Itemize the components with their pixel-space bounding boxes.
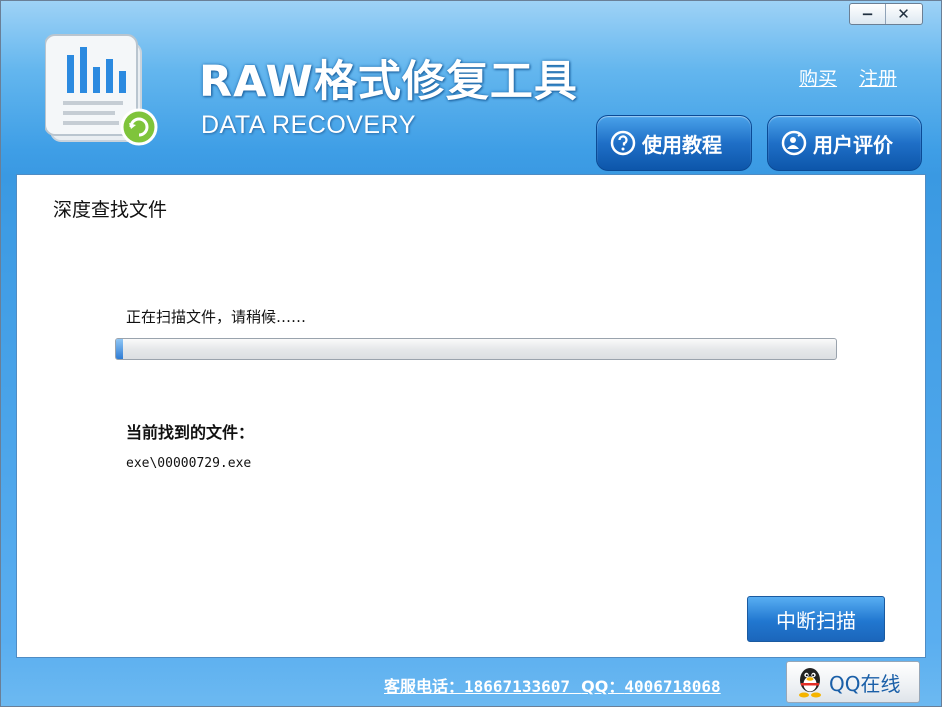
- app-title: RAW格式修复工具: [199, 57, 578, 107]
- panel-title: 深度查找文件: [53, 199, 168, 221]
- buy-link[interactable]: 购买: [799, 64, 837, 91]
- qq-penguin-icon: [795, 666, 825, 698]
- service-phone: 18667133607: [464, 677, 570, 696]
- user-review-icon: [781, 130, 807, 156]
- found-file-path: exe\00000729.exe: [126, 456, 252, 471]
- scan-progress-bar: [115, 338, 837, 360]
- reviews-button-label: 用户评价: [813, 132, 893, 157]
- tutorial-button-label: 使用教程: [642, 132, 722, 157]
- scan-status-text: 正在扫描文件，请稍候……: [126, 308, 307, 326]
- qq-number: 4006718068: [624, 677, 721, 696]
- qq-online-label: QQ在线: [829, 671, 901, 696]
- stop-scan-button[interactable]: 中断扫描: [747, 596, 885, 642]
- register-link[interactable]: 注册: [859, 64, 897, 91]
- app-subtitle: DATA RECOVERY: [201, 111, 416, 139]
- minimize-button[interactable]: −: [850, 4, 886, 24]
- scan-panel: 深度查找文件 正在扫描文件，请稍候…… 当前找到的文件： exe\0000072…: [16, 174, 926, 658]
- qq-label: QQ：: [581, 677, 625, 696]
- service-label: 客服电话：: [384, 677, 465, 696]
- customer-service-info[interactable]: 客服电话：18667133607 QQ：4006718068: [384, 673, 721, 697]
- app-logo-icon: [44, 33, 163, 149]
- window-controls: − ✕: [849, 3, 923, 25]
- close-button[interactable]: ✕: [886, 4, 921, 24]
- qq-online-button[interactable]: QQ在线: [786, 661, 920, 703]
- found-file-label: 当前找到的文件：: [126, 423, 255, 442]
- reviews-button[interactable]: 用户评价: [767, 115, 922, 171]
- app-window: − ✕ RAW格式修复工具 DATA RECOVERY 购买 注册 使用教程 用…: [0, 0, 942, 707]
- question-circle-icon: [610, 130, 636, 156]
- tutorial-button[interactable]: 使用教程: [596, 115, 752, 171]
- scan-progress-fill: [116, 339, 124, 359]
